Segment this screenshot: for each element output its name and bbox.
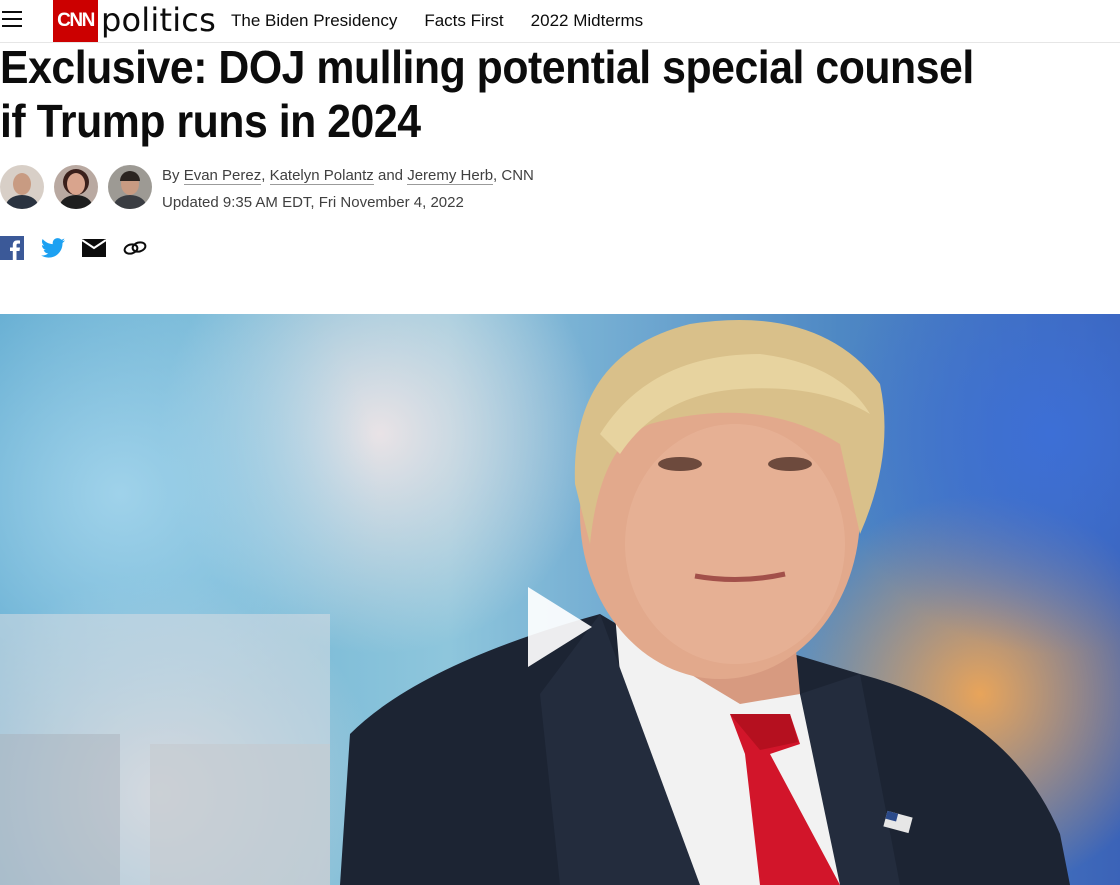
avatar[interactable] [54, 165, 98, 209]
author-avatars [0, 165, 162, 209]
email-icon[interactable] [82, 239, 106, 257]
author-link[interactable]: Jeremy Herb [407, 167, 494, 185]
menu-icon[interactable] [2, 11, 22, 29]
author-link[interactable]: Evan Perez [183, 167, 262, 185]
share-bar [0, 236, 164, 260]
facebook-icon[interactable] [0, 236, 24, 260]
avatar[interactable] [0, 165, 44, 209]
section-nav: The Biden Presidency Facts First 2022 Mi… [231, 11, 670, 31]
byline: By Evan Perez, Katelyn Polantz and Jerem… [162, 167, 534, 185]
site-header: CNN politics The Biden Presidency Facts … [0, 0, 1120, 43]
section-logo[interactable]: politics [101, 1, 216, 39]
timestamp: Updated 9:35 AM EDT, Fri November 4, 202… [162, 194, 464, 211]
link-icon[interactable] [123, 240, 147, 256]
play-icon[interactable] [528, 587, 592, 667]
byline-prefix: By [162, 167, 180, 184]
nav-facts-first[interactable]: Facts First [424, 11, 503, 31]
twitter-icon[interactable] [41, 238, 65, 258]
cnn-logo[interactable]: CNN [53, 0, 98, 42]
nav-2022-midterms[interactable]: 2022 Midterms [531, 11, 643, 31]
hero-video[interactable] [0, 314, 1120, 885]
avatar[interactable] [108, 165, 152, 209]
author-link[interactable]: Katelyn Polantz [269, 167, 374, 185]
nav-biden-presidency[interactable]: The Biden Presidency [231, 11, 397, 31]
headline: Exclusive: DOJ mulling potential special… [0, 41, 974, 147]
